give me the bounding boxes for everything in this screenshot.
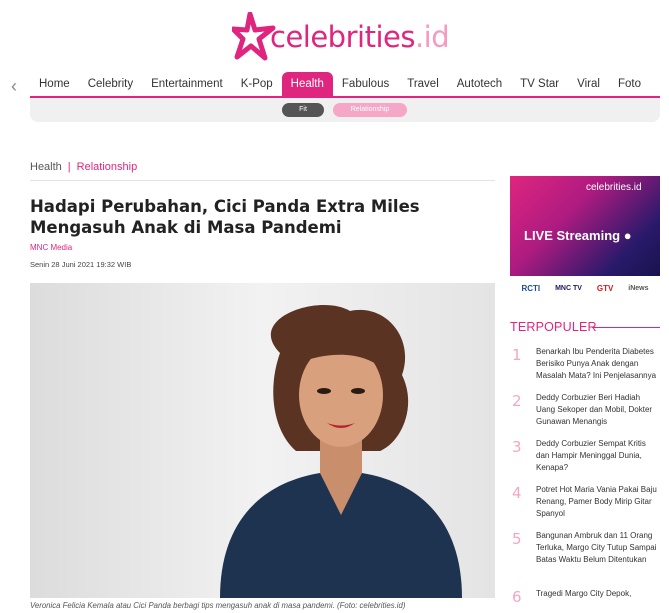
main-nav: Home Celebrity Entertainment K-Pop Healt… [30, 72, 660, 96]
list-item-title[interactable]: Tragedi Margo City Depok, [536, 588, 660, 600]
divider [30, 180, 495, 181]
subnav-relationship[interactable]: Relationship [333, 103, 407, 117]
nav-item-kpop[interactable]: K-Pop [232, 72, 282, 96]
logo-wordmark: celebrities.id [270, 20, 450, 54]
nav-item-fabulous[interactable]: Fabulous [333, 72, 398, 96]
nav-item-entertainment[interactable]: Entertainment [142, 72, 232, 96]
article-title: Hadapi Perubahan, Cici Panda Extra Miles… [30, 197, 420, 237]
nav-item-viral[interactable]: Viral [568, 72, 609, 96]
nav-item-home[interactable]: Home [30, 72, 79, 96]
list-item-title[interactable]: Deddy Corbuzier Beri Hadiah Uang Sekoper… [536, 392, 660, 428]
list-item-number: 1 [512, 346, 522, 364]
list-item[interactable]: 3 Deddy Corbuzier Sempat Kritis dan Hamp… [510, 438, 660, 484]
terpopuler-rule [592, 327, 660, 328]
nav-item-foto[interactable]: Foto [609, 72, 650, 96]
nav-item-tvstar[interactable]: TV Star [511, 72, 568, 96]
nav-item-health[interactable]: Health [281, 72, 333, 96]
list-item-number: 2 [512, 392, 522, 410]
nav-scroll-left-icon[interactable]: ‹ [6, 76, 22, 97]
terpopuler-list: 1 Benarkah Ibu Penderita Diabetes Berisi… [510, 346, 660, 606]
breadcrumb-subcategory[interactable]: Relationship [77, 161, 138, 173]
list-item-number: 3 [512, 438, 522, 456]
channel-inews: iNews [628, 284, 649, 292]
portrait-image [30, 283, 495, 598]
breadcrumb-separator: | [67, 161, 71, 173]
article-photo [30, 283, 495, 598]
list-item-title[interactable]: Benarkah Ibu Penderita Diabetes Berisiko… [536, 346, 660, 382]
list-item-title[interactable]: Potret Hot Maria Vania Pakai Baju Renang… [536, 484, 660, 520]
list-item[interactable]: 1 Benarkah Ibu Penderita Diabetes Berisi… [510, 346, 660, 392]
channel-gtv: GTV [596, 283, 614, 293]
list-item-title[interactable]: Deddy Corbuzier Sempat Kritis dan Hampir… [536, 438, 660, 474]
nav-item-autotech[interactable]: Autotech [448, 72, 511, 96]
nav-item-travel[interactable]: Travel [398, 72, 448, 96]
list-item-title[interactable]: Bangunan Ambruk dan 11 Orang Terluka, Ma… [536, 530, 660, 566]
site-logo[interactable]: celebrities.id [232, 8, 450, 66]
live-streaming-banner[interactable]: celebrities.id LIVE Streaming ● RCTI MNC… [510, 176, 660, 300]
list-item[interactable]: 2 Deddy Corbuzier Beri Hadiah Uang Sekop… [510, 392, 660, 438]
subnav-fit[interactable]: Fit [282, 103, 324, 117]
list-item[interactable]: 4 Potret Hot Maria Vania Pakai Baju Rena… [510, 484, 660, 530]
channel-mnctv: MNC TV [555, 284, 582, 292]
banner-logo: celebrities.id [586, 182, 642, 193]
article-date: Senin 28 Juni 2021 19:32 WIB [30, 260, 132, 269]
list-item[interactable]: 5 Bangunan Ambruk dan 11 Orang Terluka, … [510, 530, 660, 588]
photo-caption: Veronica Felicia Kemala atau Cici Panda … [30, 601, 406, 610]
list-item[interactable]: 6 Tragedi Margo City Depok, [510, 588, 660, 606]
play-icon: ● [623, 228, 632, 243]
nav-item-celebrity[interactable]: Celebrity [79, 72, 142, 96]
breadcrumb: Health | Relationship [30, 161, 137, 173]
terpopuler-heading: TERPOPULER [510, 320, 597, 334]
list-item-number: 6 [512, 588, 522, 606]
channel-rcti: RCTI [521, 283, 541, 293]
banner-live-text: LIVE Streaming ● [524, 228, 632, 243]
article-author[interactable]: MNC Media [30, 243, 72, 252]
list-item-number: 4 [512, 484, 522, 502]
channel-strip: RCTI MNC TV GTV iNews [510, 276, 660, 300]
breadcrumb-category[interactable]: Health [30, 161, 62, 173]
sub-nav: Fit Relationship [30, 96, 660, 122]
list-item-number: 5 [512, 530, 522, 548]
